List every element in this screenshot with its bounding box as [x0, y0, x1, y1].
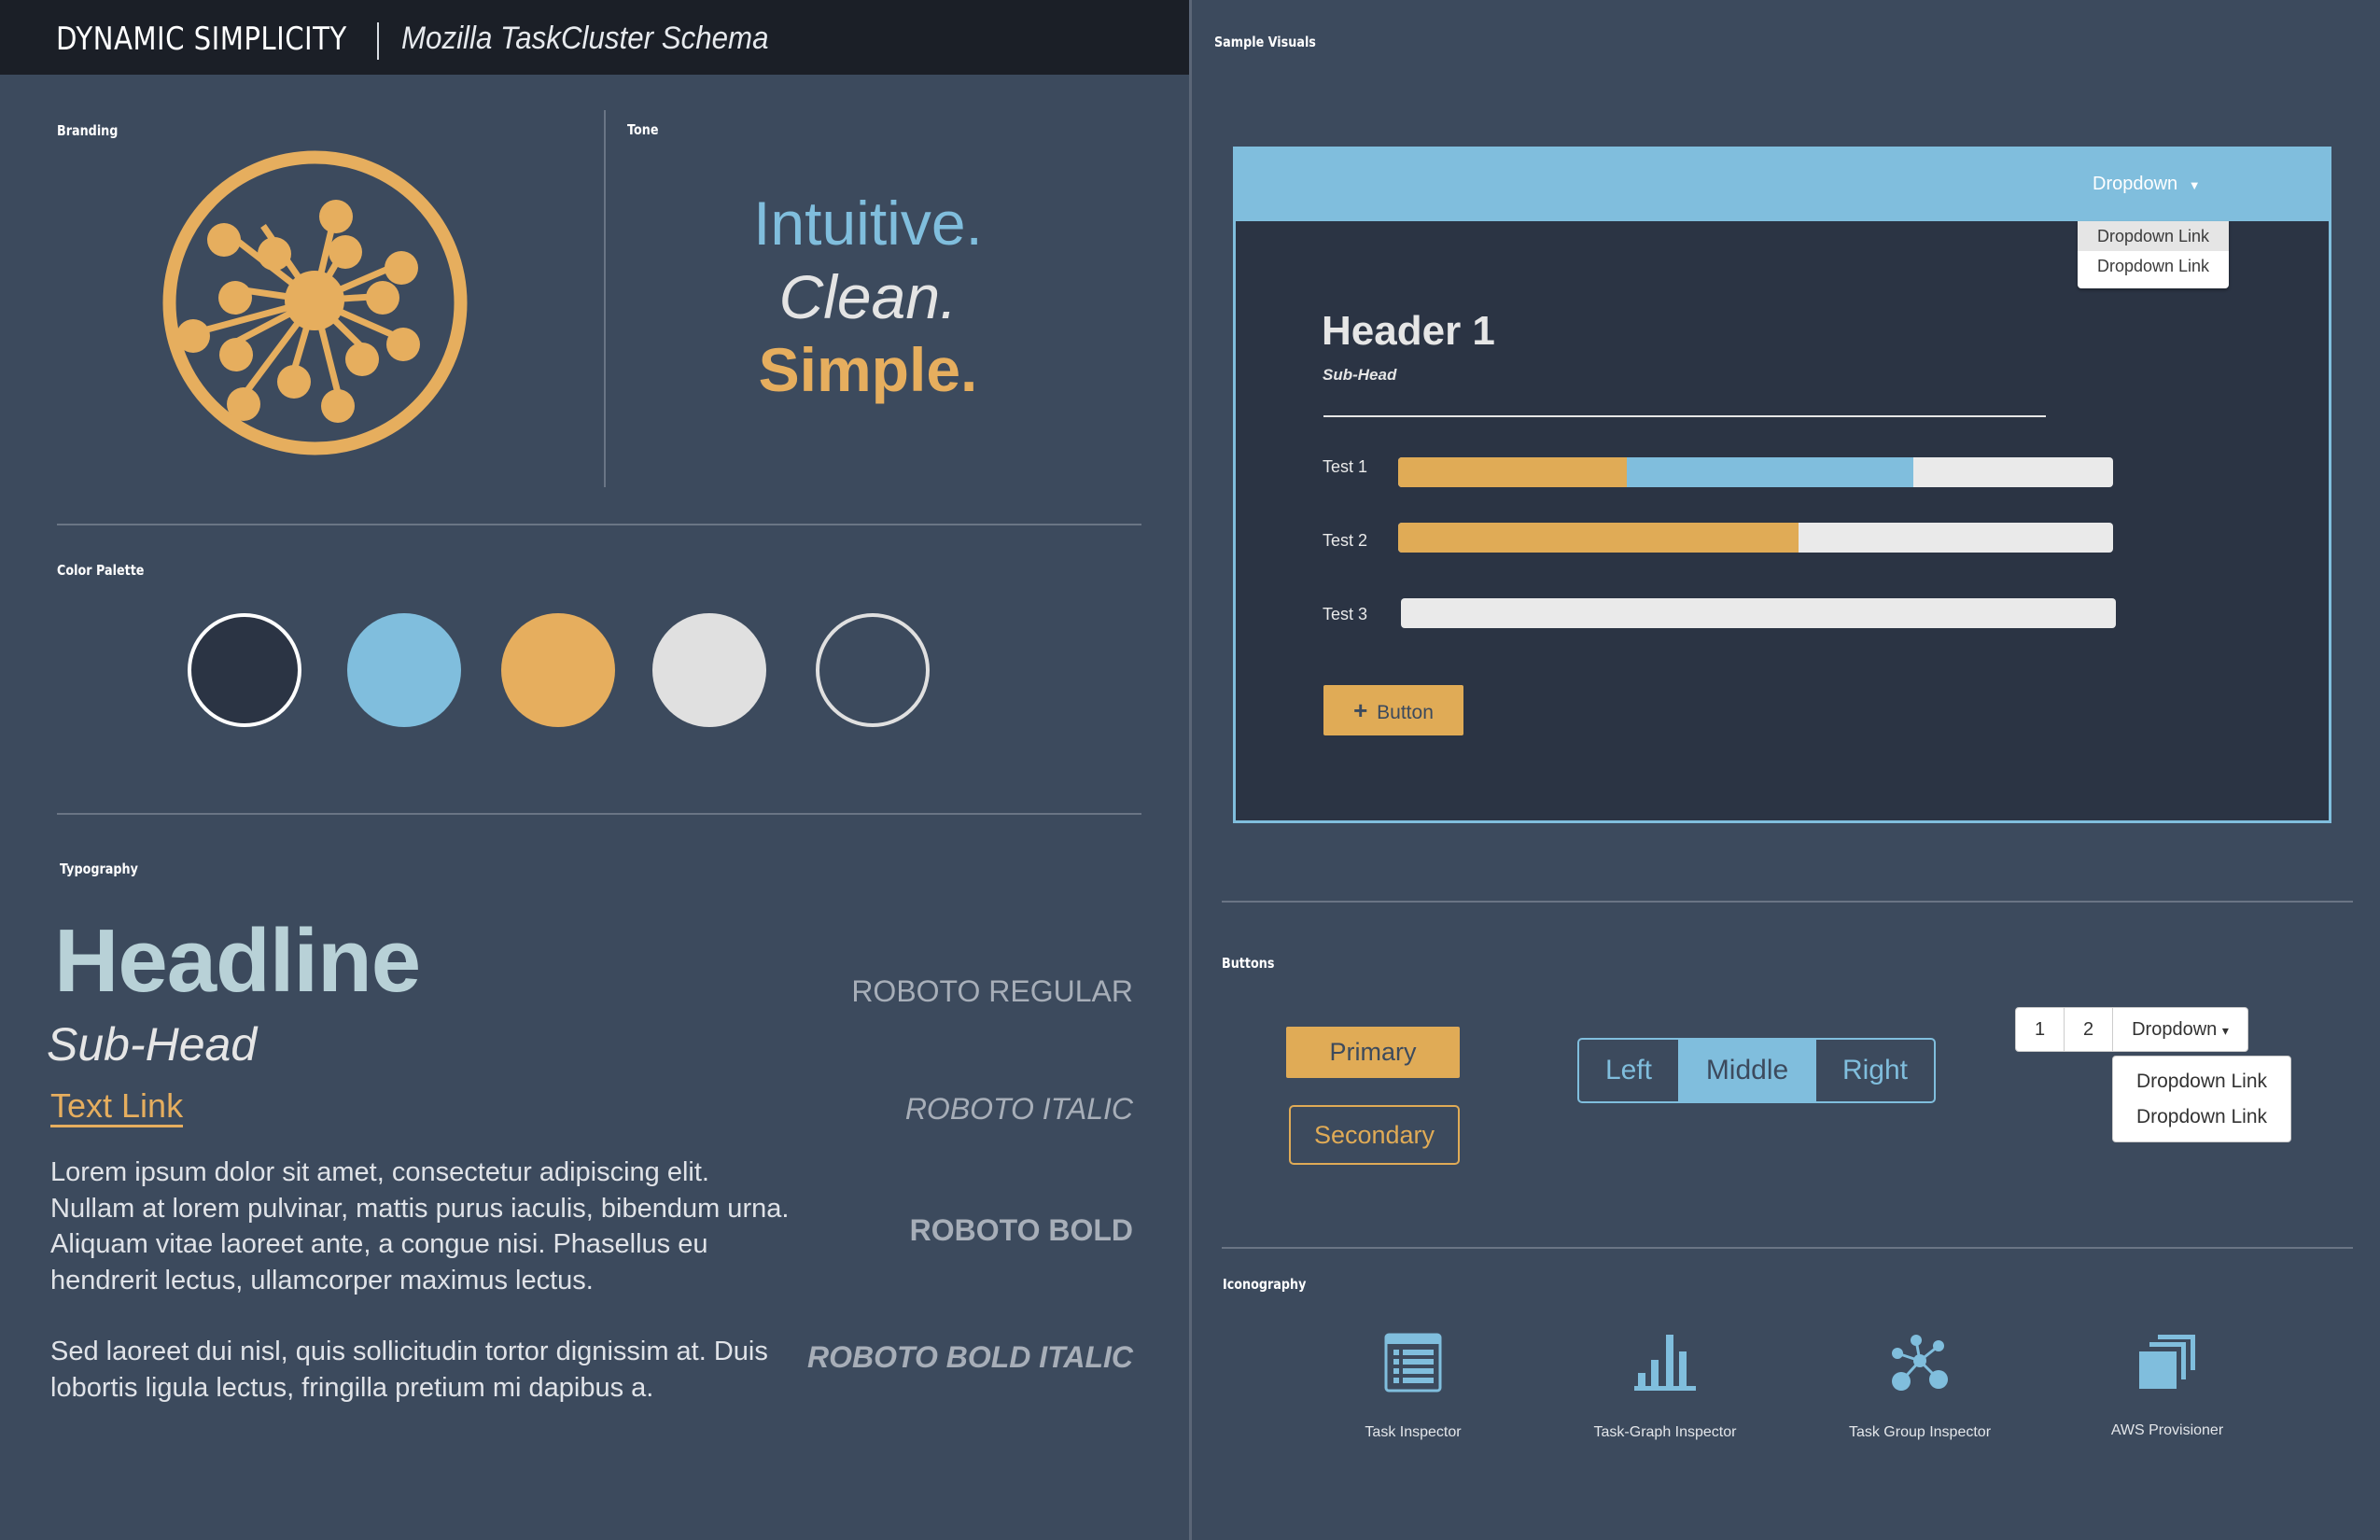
section-label-iconography: Iconography — [1223, 1276, 1307, 1293]
font-sample-bold: ROBOTO BOLD — [909, 1213, 1133, 1247]
progress-bar-test-1 — [1398, 457, 2113, 487]
dropdown-link[interactable]: Dropdown Link — [2113, 1099, 2290, 1135]
page-2-button[interactable]: 2 — [2065, 1008, 2113, 1051]
icon-item-task-graph-inspector[interactable]: Task-Graph Inspector — [1544, 1333, 1786, 1441]
taskcluster-logo-icon — [162, 150, 468, 455]
pager-dropdown-button[interactable]: Dropdown ▾ — [2113, 1008, 2247, 1051]
section-label-branding: Branding — [57, 122, 119, 139]
add-button-label: Button — [1377, 702, 1434, 723]
font-sample-regular: ROBOTO REGULAR — [851, 974, 1133, 1008]
color-swatch-slate-outline — [816, 613, 930, 727]
add-button[interactable]: + Button — [1323, 685, 1463, 735]
pagination-group: 1 2 Dropdown ▾ — [2015, 1007, 2248, 1052]
page-title: DYNAMIC SIMPLICITY — [56, 21, 347, 58]
plus-icon: + — [1353, 696, 1368, 724]
color-swatch-amber — [501, 613, 615, 727]
section-divider — [57, 524, 1141, 525]
progress-label: Test 1 — [1323, 457, 1368, 476]
color-swatch-dark-navy — [188, 613, 301, 727]
caret-down-icon: ▼ — [2188, 178, 2201, 192]
progress-label: Test 3 — [1323, 605, 1368, 623]
text-link-sample[interactable]: Text Link — [50, 1087, 184, 1127]
icon-label: Task-Graph Inspector — [1593, 1424, 1737, 1440]
dropdown-link[interactable]: Dropdown Link — [2078, 251, 2229, 281]
body-paragraph-1: Lorem ipsum dolor sit amet, consectetur … — [50, 1157, 790, 1295]
icon-item-task-inspector[interactable]: Task Inspector — [1292, 1333, 1534, 1441]
progress-label: Test 2 — [1323, 531, 1368, 550]
task-group-inspector-icon — [1892, 1335, 1948, 1391]
pager-dropdown-menu: Dropdown Link Dropdown Link — [2112, 1056, 2291, 1142]
section-label-sample-visuals: Sample Visuals — [1214, 34, 1316, 50]
primary-button[interactable]: Primary — [1286, 1027, 1460, 1078]
task-inspector-icon — [1384, 1333, 1442, 1393]
segment-right-button[interactable]: Right — [1816, 1040, 1934, 1101]
navbar-dropdown[interactable]: Dropdown ▼ — [2093, 174, 2201, 195]
branding-tone-divider — [604, 110, 606, 487]
headline-sample: Headline — [54, 911, 421, 1011]
progress-bar-test-3 — [1401, 598, 2116, 628]
icon-item-task-group-inspector[interactable]: Task Group Inspector — [1799, 1333, 2041, 1441]
title-separator — [377, 22, 379, 60]
navbar-dropdown-label: Dropdown — [2093, 174, 2178, 194]
section-divider — [1222, 901, 2353, 903]
dropdown-link[interactable]: Dropdown Link — [2078, 221, 2229, 251]
section-divider — [57, 813, 1141, 815]
body-paragraph-2: Sed laoreet dui nisl, quis sollicitudin … — [50, 1337, 768, 1403]
tone-word-simple: Simple. — [758, 335, 978, 404]
progress-segment — [1398, 457, 1628, 487]
font-sample-bold-italic: ROBOTO BOLD ITALIC — [806, 1340, 1133, 1374]
section-label-buttons: Buttons — [1222, 955, 1275, 972]
section-label-tone: Tone — [627, 121, 659, 138]
page-subtitle: Mozilla TaskCluster Schema — [401, 21, 769, 56]
subhead-sample: Sub-Head — [47, 1018, 258, 1071]
left-panel: DYNAMIC SIMPLICITY Mozilla TaskCluster S… — [0, 0, 1189, 1540]
color-swatch-sky-blue — [347, 613, 461, 727]
progress-segment — [1627, 457, 1913, 487]
icon-label: Task Group Inspector — [1848, 1424, 1992, 1440]
tone-word-intuitive: Intuitive. — [753, 189, 983, 258]
progress-segment — [1398, 523, 1799, 553]
section-label-color-palette: Color Palette — [57, 562, 145, 579]
icon-label: AWS Provisioner — [2110, 1422, 2224, 1438]
tone-word-clean: Clean. — [778, 262, 958, 331]
segment-middle-button[interactable]: Middle — [1678, 1040, 1816, 1101]
sample-app-mockup: Dropdown ▼ Dropdown Link Dropdown Link H… — [1233, 147, 2331, 823]
mock-header-1: Header 1 — [1322, 308, 1495, 354]
mock-navbar: Dropdown ▼ — [1236, 149, 2329, 221]
icon-label: Task Inspector — [1365, 1424, 1462, 1440]
mock-divider — [1323, 415, 2046, 417]
font-sample-italic: ROBOTO ITALIC — [904, 1092, 1133, 1126]
section-label-typography: Typography — [60, 861, 138, 877]
icon-item-aws-provisioner[interactable]: AWS Provisioner — [2046, 1333, 2289, 1439]
color-swatch-light-gray — [652, 613, 766, 727]
task-graph-inspector-icon — [1634, 1335, 1696, 1391]
section-divider — [1222, 1247, 2353, 1249]
navbar-dropdown-menu: Dropdown Link Dropdown Link — [2078, 221, 2229, 288]
caret-down-icon: ▾ — [2221, 1023, 2229, 1038]
dropdown-link[interactable]: Dropdown Link — [2113, 1064, 2290, 1099]
segmented-button-group: Left Middle Right — [1577, 1038, 1936, 1103]
progress-bar-test-2 — [1398, 523, 2113, 553]
aws-provisioner-icon — [2139, 1335, 2195, 1389]
mock-subhead: Sub-Head — [1323, 366, 1397, 384]
segment-left-button[interactable]: Left — [1579, 1040, 1678, 1101]
pager-dropdown-label: Dropdown — [2132, 1019, 2218, 1040]
title-bar: DYNAMIC SIMPLICITY Mozilla TaskCluster S… — [0, 0, 1189, 75]
secondary-button[interactable]: Secondary — [1289, 1105, 1460, 1165]
page-1-button[interactable]: 1 — [2016, 1008, 2065, 1051]
